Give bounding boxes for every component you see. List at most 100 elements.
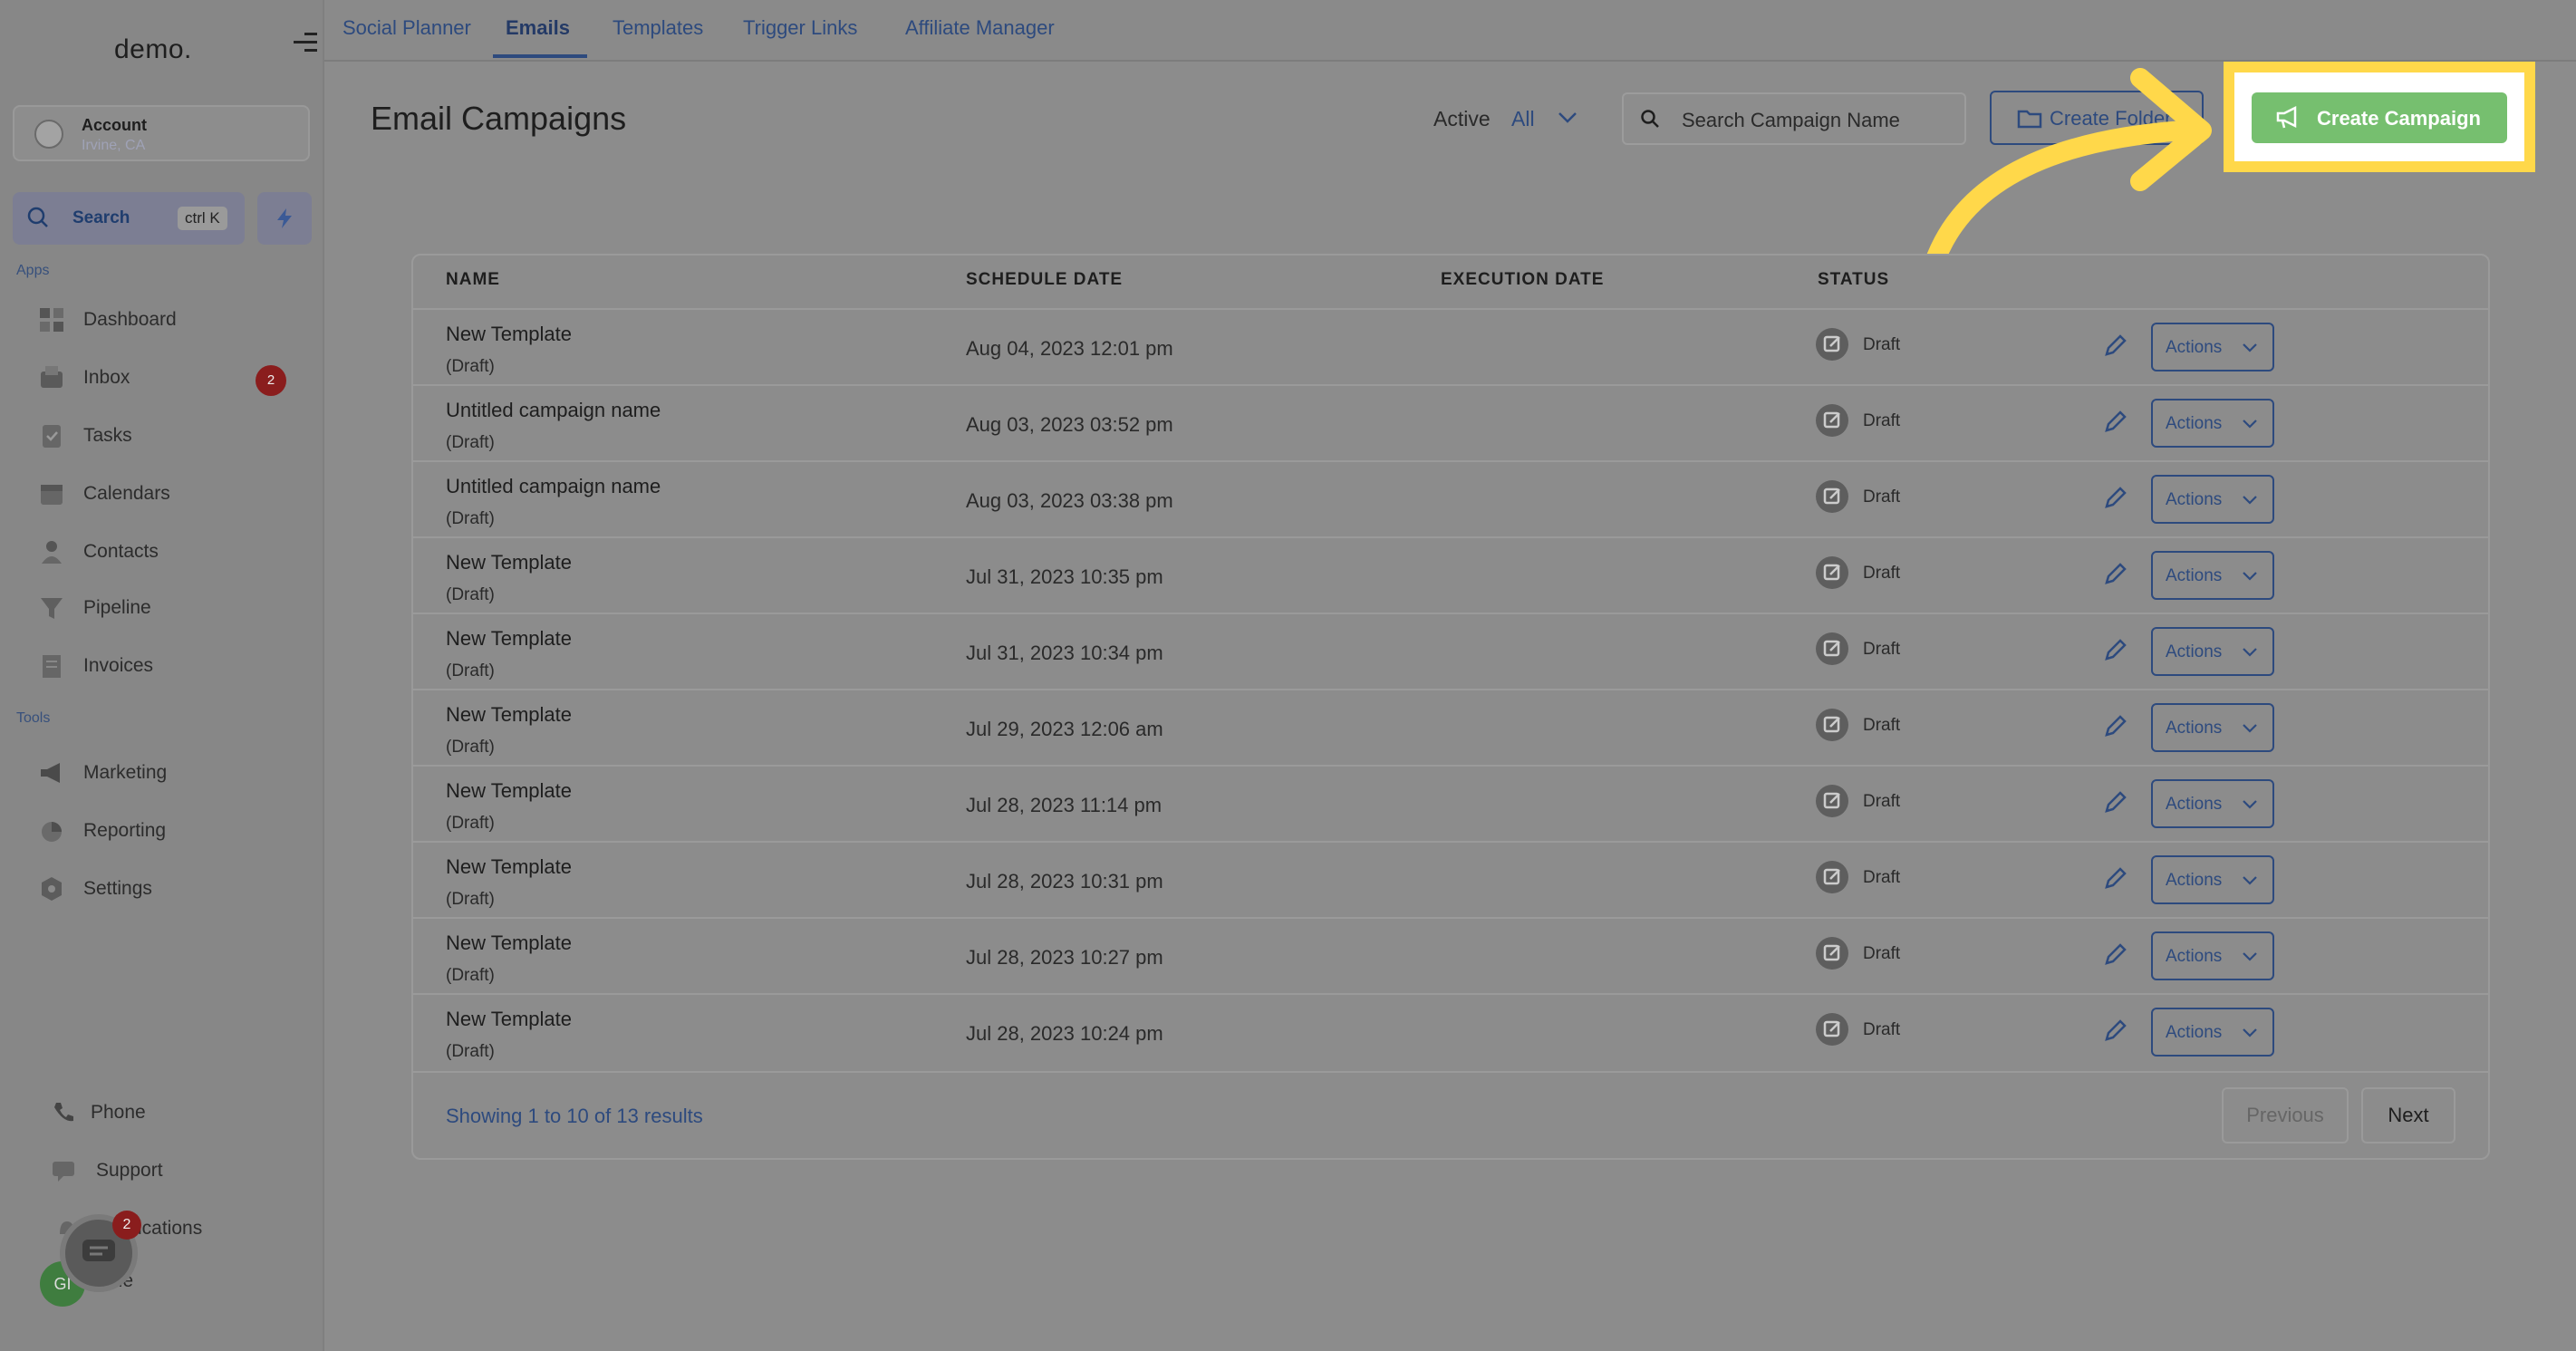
status-filter-label: Active [1433, 107, 1491, 130]
schedule-date: Jul 28, 2023 11:14 pm [966, 794, 1163, 816]
table-row[interactable]: New Template (Draft) Jul 28, 2023 10:31 pm… [413, 841, 2488, 919]
tab-affiliate-manager[interactable]: Affiliate Manager [905, 16, 1055, 40]
sidebar: demo. Account Irvine, CA Search ctrl K A… [0, 0, 324, 1351]
table-row[interactable]: New Template (Draft) Jul 31, 2023 10:34 pm… [413, 613, 2488, 690]
campaign-name[interactable]: Untitled campaign name [446, 475, 661, 498]
table-row[interactable]: New Template (Draft) Jul 28, 2023 10:24 pm… [413, 993, 2488, 1071]
tab-templates[interactable]: Templates [613, 16, 703, 40]
status-filter-dropdown[interactable]: All [1511, 107, 1535, 131]
campaign-name[interactable]: Untitled campaign name [446, 399, 661, 422]
sidebar-search-button[interactable]: Search ctrl K [13, 192, 245, 245]
search-shortcut: ctrl K [178, 207, 227, 230]
inbox-badge: 2 [256, 365, 286, 396]
column-header-name: NAME [446, 270, 500, 289]
actions-label: Actions [2166, 947, 2223, 966]
logo: demo. [114, 34, 192, 64]
schedule-date: Jul 31, 2023 10:34 pm [966, 642, 1163, 664]
edit-pencil-icon[interactable] [2102, 408, 2129, 435]
table-row[interactable]: New Template (Draft) Jul 28, 2023 10:27 pm… [413, 917, 2488, 995]
tab-trigger-links[interactable]: Trigger Links [743, 16, 857, 40]
draft-status-icon [1816, 861, 1848, 893]
chevron-down-icon[interactable] [1557, 109, 1578, 127]
actions-dropdown-button[interactable]: Actions [2151, 931, 2274, 980]
table-row[interactable]: New Template (Draft) Jul 29, 2023 12:06 am… [413, 689, 2488, 767]
campaign-name[interactable]: New Template [446, 931, 572, 955]
actions-dropdown-button[interactable]: Actions [2151, 627, 2274, 676]
draft-status-icon [1816, 328, 1848, 361]
column-header-schedule-date: SCHEDULE DATE [966, 270, 1124, 289]
table-row[interactable]: Untitled campaign name (Draft) Aug 03, 202… [413, 384, 2488, 462]
table-divider [413, 1071, 2488, 1073]
table-row[interactable]: New Template (Draft) Jul 31, 2023 10:35 pm… [413, 536, 2488, 614]
next-page-button[interactable]: Next [2361, 1087, 2455, 1144]
sidebar-item-label: Marketing [83, 762, 168, 783]
status-badge: Draft [1863, 411, 1901, 430]
actions-label: Actions [2166, 338, 2223, 357]
quick-actions-button[interactable] [257, 192, 312, 245]
campaign-state: (Draft) [446, 661, 495, 680]
gear-icon [42, 877, 62, 901]
page-title: Email Campaigns [371, 100, 627, 137]
edit-pencil-icon[interactable] [2102, 788, 2129, 815]
edit-pencil-icon[interactable] [2102, 941, 2129, 968]
table-row[interactable]: New Template (Draft) Aug 04, 2023 12:01 pm… [413, 308, 2488, 386]
campaign-name[interactable]: New Template [446, 627, 572, 651]
actions-label: Actions [2166, 414, 2223, 433]
edit-pencil-icon[interactable] [2102, 864, 2129, 892]
chevron-down-icon [2243, 724, 2257, 733]
chevron-down-icon [2243, 343, 2257, 352]
column-header-execution-date: EXECUTION DATE [1441, 270, 1605, 289]
chevron-down-icon [2243, 1028, 2257, 1037]
edit-pencil-icon[interactable] [2102, 712, 2129, 739]
phone-icon [54, 1103, 73, 1122]
actions-dropdown-button[interactable]: Actions [2151, 1008, 2274, 1057]
tab-emails[interactable]: Emails [506, 16, 570, 40]
actions-dropdown-button[interactable]: Actions [2151, 551, 2274, 600]
actions-label: Actions [2166, 490, 2223, 509]
actions-dropdown-button[interactable]: Actions [2151, 475, 2274, 524]
campaign-name[interactable]: New Template [446, 855, 572, 879]
edit-pencil-icon[interactable] [2102, 636, 2129, 663]
campaign-name[interactable]: New Template [446, 551, 572, 574]
draft-status-icon [1816, 480, 1848, 513]
create-campaign-button[interactable]: Create Campaign [2252, 92, 2507, 143]
sidebar-item-label: Dashboard [83, 309, 177, 330]
inbox-icon [41, 366, 63, 388]
campaign-name[interactable]: New Template [446, 323, 572, 346]
campaign-name[interactable]: New Template [446, 1008, 572, 1031]
actions-dropdown-button[interactable]: Actions [2151, 779, 2274, 828]
campaign-name[interactable]: New Template [446, 779, 572, 803]
campaign-name[interactable]: New Template [446, 703, 572, 727]
edit-pencil-icon[interactable] [2102, 1017, 2129, 1044]
draft-status-icon [1816, 632, 1848, 665]
tab-social-planner[interactable]: Social Planner [343, 16, 471, 40]
chevron-down-icon [2243, 952, 2257, 961]
previous-page-button[interactable]: Previous [2222, 1087, 2349, 1144]
edit-pencil-icon[interactable] [2102, 484, 2129, 511]
top-tabs: Social Planner Emails Templates Trigger … [324, 0, 2576, 62]
collapse-sidebar-icon[interactable] [294, 31, 317, 54]
schedule-date: Aug 03, 2023 03:38 pm [966, 489, 1173, 512]
sidebar-item-label: Inbox [83, 367, 130, 388]
status-badge: Draft [1863, 335, 1901, 354]
edit-pencil-icon[interactable] [2102, 560, 2129, 587]
app-root: demo. Account Irvine, CA Search ctrl K A… [0, 0, 2576, 1351]
chevron-down-icon [2243, 648, 2257, 657]
campaign-state: (Draft) [446, 966, 495, 985]
actions-dropdown-button[interactable]: Actions [2151, 399, 2274, 448]
campaign-state: (Draft) [446, 890, 495, 909]
edit-pencil-icon[interactable] [2102, 332, 2129, 359]
chevron-down-icon [2243, 876, 2257, 885]
actions-label: Actions [2166, 871, 2223, 890]
account-switcher[interactable]: Account Irvine, CA [13, 105, 310, 161]
table-row[interactable]: New Template (Draft) Jul 28, 2023 11:14 pm… [413, 765, 2488, 843]
actions-dropdown-button[interactable]: Actions [2151, 855, 2274, 904]
table-row[interactable]: Untitled campaign name (Draft) Aug 03, 202… [413, 460, 2488, 538]
actions-dropdown-button[interactable]: Actions [2151, 323, 2274, 372]
lightning-icon [277, 208, 292, 228]
tools-section-heading: Tools [16, 710, 51, 726]
actions-dropdown-button[interactable]: Actions [2151, 703, 2274, 752]
actions-label: Actions [2166, 1023, 2223, 1042]
sidebar-item-label: Invoices [83, 655, 154, 676]
schedule-date: Jul 28, 2023 10:27 pm [966, 946, 1163, 969]
